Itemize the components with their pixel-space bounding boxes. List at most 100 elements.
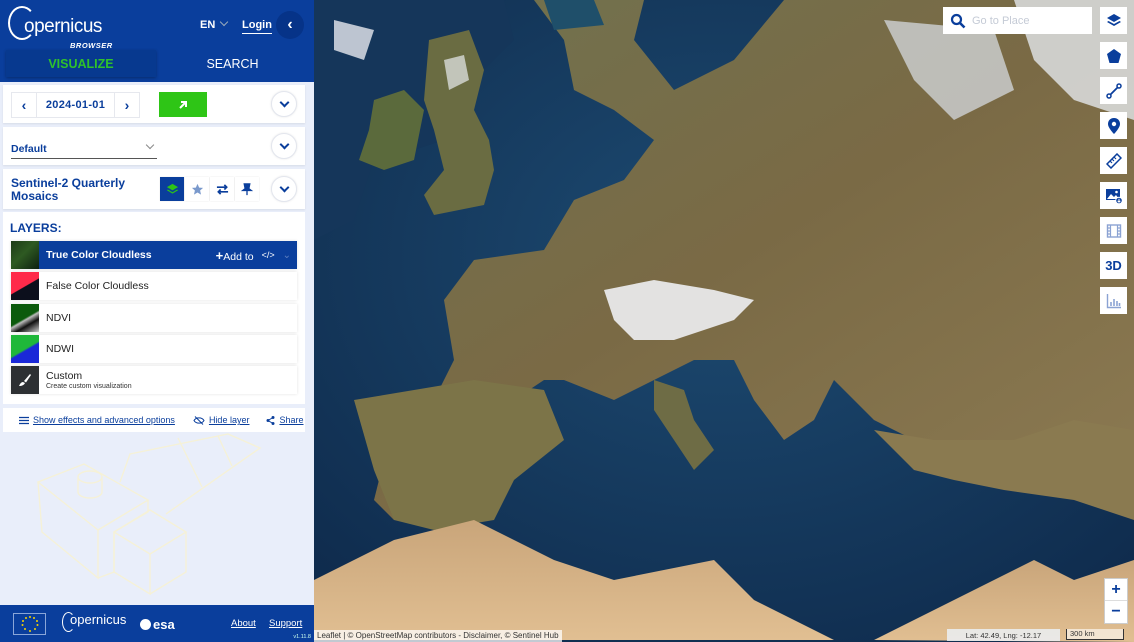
brush-icon <box>19 374 31 386</box>
layer-thumbnail <box>11 272 39 300</box>
layers-tool-button[interactable] <box>1100 7 1127 34</box>
dataset-title: Sentinel-2 Quarterly Mosaics <box>11 176 126 203</box>
theme-select[interactable]: Default <box>11 139 157 159</box>
logo-ring <box>62 612 75 632</box>
date-picker: ‹ 2024-01-01 › <box>11 92 140 118</box>
image-download-icon <box>1105 188 1123 204</box>
marker-icon <box>1107 117 1120 134</box>
hide-layer-link[interactable]: Hide layer <box>193 415 249 425</box>
statistics-button[interactable] <box>1100 287 1127 314</box>
favorite-button[interactable] <box>185 177 209 201</box>
layer-actions: +Add to </> ⌄ <box>216 241 291 269</box>
film-icon <box>1106 223 1121 238</box>
dataset-panel: Sentinel-2 Quarterly Mosaics <box>3 169 305 209</box>
go-to-place-input[interactable] <box>972 14 1082 27</box>
about-link[interactable]: About <box>231 618 256 629</box>
eye-slash-icon <box>193 415 205 425</box>
layer-thumbnail <box>11 241 39 269</box>
layer-name: NDVI <box>46 312 72 324</box>
expand-theme-panel-button[interactable] <box>271 133 297 159</box>
layer-custom[interactable]: Custom Create custom visualization <box>11 366 297 394</box>
double-chevron-down-icon[interactable]: ⌄ <box>283 250 291 261</box>
collapse-sidebar-button[interactable]: ‹ <box>276 11 304 39</box>
chevron-down-icon <box>279 97 289 107</box>
add-to-button[interactable]: +Add to <box>216 248 254 263</box>
code-icon[interactable]: </> <box>262 250 275 260</box>
layer-false-color-cloudless[interactable]: False Color Cloudless <box>11 272 297 300</box>
chevron-left-icon: ‹ <box>21 97 27 113</box>
show-effects-label: Show effects and advanced options <box>33 415 175 425</box>
sliders-icon <box>19 416 29 424</box>
chevron-right-icon: › <box>124 97 130 113</box>
chevron-down-icon <box>220 17 229 27</box>
histogram-icon <box>1106 293 1121 308</box>
layer-subtitle: Create custom visualization <box>46 383 132 390</box>
pin-icon <box>241 182 253 195</box>
esa-mark-icon <box>140 619 151 630</box>
cursor-coordinates: Lat: 42.49, Lng: -12.17 <box>947 629 1060 641</box>
copernicus-footer-logo[interactable]: opernicus <box>62 612 127 632</box>
language-selector[interactable]: EN <box>200 17 229 31</box>
share-link[interactable]: Share <box>266 415 304 425</box>
layer-thumbnail <box>11 366 39 394</box>
previous-date-button[interactable]: ‹ <box>12 93 37 117</box>
layer-ndvi[interactable]: NDVI <box>11 304 297 332</box>
copernicus-browser-logo[interactable]: opernicus BROWSER <box>8 6 112 50</box>
layer-thumbnail <box>11 335 39 363</box>
map-attribution[interactable]: Leaflet | © OpenStreetMap contributors -… <box>314 630 562 642</box>
layer-name: NDWI <box>46 343 74 355</box>
layer-name: Custom <box>46 370 83 382</box>
pentagon-icon <box>1106 48 1121 63</box>
layer-thumbnail <box>11 304 39 332</box>
login-button[interactable]: Login <box>242 19 272 34</box>
date-panel: ‹ 2024-01-01 › <box>3 85 305 123</box>
add-to-label: Add to <box>223 250 254 263</box>
support-link[interactable]: Support <box>269 618 302 629</box>
place-marker-button[interactable] <box>1100 112 1127 139</box>
tab-search[interactable]: SEARCH <box>160 50 305 77</box>
image-download-button[interactable] <box>1100 182 1127 209</box>
compare-button[interactable] <box>210 177 234 201</box>
pin-button[interactable] <box>235 177 259 201</box>
zoom-in-button[interactable]: + <box>1105 579 1127 601</box>
layer-name: True Color Cloudless <box>46 249 152 261</box>
zoom-control: + − <box>1104 578 1128 624</box>
date-field[interactable]: 2024-01-01 <box>37 93 114 117</box>
esa-text: esa <box>153 617 175 632</box>
next-date-button[interactable]: › <box>114 93 139 117</box>
zoom-out-button[interactable]: − <box>1105 601 1127 623</box>
layer-ndwi[interactable]: NDWI <box>11 335 297 363</box>
layers-button[interactable] <box>160 177 184 201</box>
show-effects-link[interactable]: Show effects and advanced options <box>19 415 175 425</box>
3d-view-button[interactable]: 3D <box>1100 252 1127 279</box>
arrow-up-right-icon <box>179 100 187 109</box>
language-label: EN <box>200 19 216 31</box>
star-icon <box>191 183 203 195</box>
eu-flag-logo[interactable] <box>13 613 46 635</box>
draw-polygon-button[interactable] <box>1100 42 1127 69</box>
go-to-latest-button[interactable] <box>159 92 207 117</box>
measure-button[interactable] <box>1100 147 1127 174</box>
timelapse-button[interactable] <box>1100 217 1127 244</box>
layer-true-color-cloudless[interactable]: True Color Cloudless +Add to </> ⌄ <box>11 241 297 269</box>
esa-logo[interactable]: esa <box>140 617 175 632</box>
satellite-imagery <box>314 0 1134 642</box>
footer: opernicus esa About Support v1.11.8 <box>0 605 314 642</box>
tab-visualize[interactable]: VISUALIZE <box>6 50 156 77</box>
version-label: v1.11.8 <box>293 634 311 640</box>
expand-date-panel-button[interactable] <box>271 91 297 117</box>
dataset-actions <box>160 177 259 201</box>
eu-stars-icon <box>21 616 38 632</box>
map[interactable]: 3D + − Leaflet | © OpenStreetMap contrib… <box>314 0 1134 642</box>
header: opernicus BROWSER EN Login ‹ VISUALIZE S… <box>0 0 314 82</box>
copernicus-footer-text: opernicus <box>70 612 127 627</box>
draw-line-button[interactable] <box>1100 77 1127 104</box>
layers-title: LAYERS: <box>10 221 62 235</box>
layer-name: False Color Cloudless <box>46 280 149 292</box>
scale-bar: 300 km <box>1066 629 1124 640</box>
main-tabs: VISUALIZE SEARCH <box>0 50 314 78</box>
chevron-down-icon <box>145 140 155 150</box>
go-to-place-search[interactable] <box>943 7 1092 34</box>
layers-icon <box>1106 13 1121 26</box>
expand-dataset-panel-button[interactable] <box>271 176 297 202</box>
